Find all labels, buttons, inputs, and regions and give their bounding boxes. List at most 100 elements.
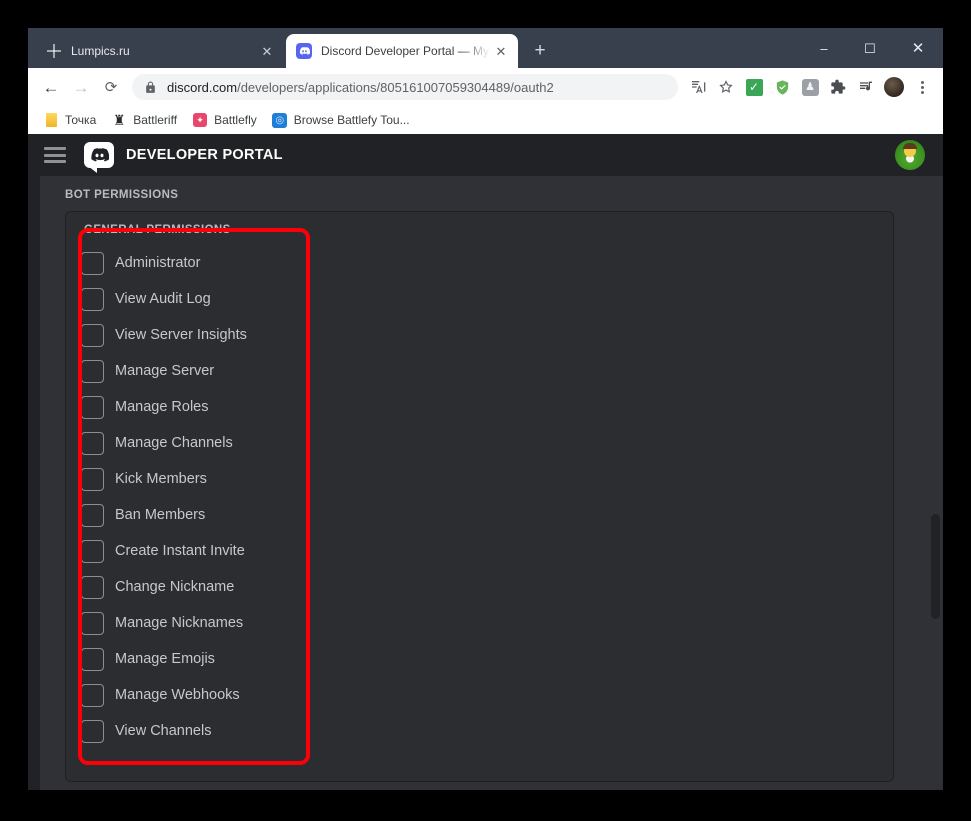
extensions-puzzle-icon[interactable] (825, 74, 851, 100)
address-bar[interactable]: discord.com/developers/applications/8051… (132, 74, 678, 100)
permission-label: Administrator (115, 255, 201, 271)
reload-button[interactable]: ⟳ (96, 72, 126, 102)
extension-gray-icon[interactable]: ♟ (797, 74, 823, 100)
forward-button[interactable]: → (66, 72, 96, 102)
translate-icon[interactable] (685, 74, 711, 100)
permission-row[interactable]: Manage Server (81, 353, 293, 389)
permission-label: View Server Insights (115, 327, 247, 343)
collapsed-sidebar-rail (28, 176, 40, 790)
url-path: /developers/applications/805161007059304… (237, 79, 554, 95)
permission-label: Manage Nicknames (115, 615, 244, 631)
lock-icon (144, 81, 157, 94)
permission-checkbox[interactable] (81, 719, 104, 743)
screenshot-root: Lumpics.ru ✕ Discord Developer Portal — … (0, 0, 971, 821)
permission-label: Kick Members (115, 471, 207, 487)
page-title: DEVELOPER PORTAL (126, 147, 283, 163)
orange-slice-icon (46, 43, 62, 59)
bookmark-star-icon[interactable] (713, 74, 739, 100)
permission-checkbox[interactable] (81, 647, 104, 671)
bookmarks-bar: Точка ♜ Battleriff ✦ Battlefly ◎ Browse … (28, 106, 943, 134)
general-permissions-group: GENERAL PERMISSIONS Administrator View A… (81, 224, 293, 749)
extension-checkmark-icon[interactable]: ✓ (741, 74, 767, 100)
minimize-button[interactable]: – (801, 28, 847, 68)
discord-logo-icon (84, 142, 114, 168)
permission-row[interactable]: Manage Webhooks (81, 677, 293, 713)
permission-label: Change Nickname (115, 579, 235, 595)
tab-strip: Lumpics.ru ✕ Discord Developer Portal — … (28, 28, 943, 68)
url-host: discord.com (167, 79, 238, 95)
permission-label: Manage Roles (115, 399, 209, 415)
permission-label: Manage Webhooks (115, 687, 240, 703)
profile-avatar-icon[interactable] (881, 74, 907, 100)
permission-checkbox[interactable] (81, 323, 104, 347)
browser-window: Lumpics.ru ✕ Discord Developer Portal — … (28, 28, 943, 790)
bookmark-tochka[interactable]: Точка (38, 109, 104, 131)
permission-row[interactable]: View Server Insights (81, 317, 293, 353)
bookmark-label: Battlefly (214, 113, 257, 127)
permission-row[interactable]: Manage Channels (81, 425, 293, 461)
omnibox-row: ← → ⟳ discord.com/developers/application… (28, 68, 943, 106)
adblock-shield-icon[interactable] (769, 74, 795, 100)
permission-checkbox[interactable] (81, 611, 104, 635)
browser-tab-discord-developer-portal[interactable]: Discord Developer Portal — My A ✕ (286, 34, 518, 68)
tab-close-icon[interactable]: ✕ (258, 42, 276, 60)
permission-row[interactable]: Kick Members (81, 461, 293, 497)
permission-label: View Audit Log (115, 291, 211, 307)
new-tab-button[interactable]: + (528, 40, 552, 64)
content-area: BOT PERMISSIONS GENERAL PERMISSIONS Admi… (40, 176, 943, 790)
permission-row[interactable]: Ban Members (81, 497, 293, 533)
permission-checkbox[interactable] (81, 251, 104, 275)
tab-title: Lumpics.ru (71, 44, 130, 58)
bookmark-battlefly[interactable]: ✦ Battlefly (187, 109, 265, 131)
bot-permissions-label: BOT PERMISSIONS (65, 189, 179, 201)
page-scrollbar[interactable] (928, 176, 943, 790)
user-avatar[interactable] (895, 140, 925, 170)
permission-row[interactable]: Manage Emojis (81, 641, 293, 677)
close-window-button[interactable]: ✕ (893, 28, 943, 68)
permission-label: Manage Server (115, 363, 215, 379)
tab-close-icon[interactable]: ✕ (492, 42, 510, 60)
permission-checkbox[interactable] (81, 359, 104, 383)
bookmark-label: Точка (65, 113, 97, 127)
permission-checkbox[interactable] (81, 503, 104, 527)
discord-icon (296, 43, 312, 59)
battlefy-icon: ◎ (272, 112, 288, 128)
scrollbar-thumb[interactable] (931, 514, 940, 619)
bookmark-label: Battleriff (133, 113, 178, 127)
permission-row[interactable]: Change Nickname (81, 569, 293, 605)
permission-row[interactable]: View Channels (81, 713, 293, 749)
permissions-card: GENERAL PERMISSIONS Administrator View A… (65, 211, 894, 782)
bookmark-battleriff[interactable]: ♜ Battleriff (106, 109, 185, 131)
permission-label: Manage Channels (115, 435, 233, 451)
battleriff-icon: ♜ (112, 111, 126, 128)
permission-label: Ban Members (115, 507, 206, 523)
chrome-menu-icon[interactable] (909, 74, 935, 100)
back-button[interactable]: ← (36, 72, 66, 102)
permission-checkbox[interactable] (81, 431, 104, 455)
permission-row[interactable]: Manage Nicknames (81, 605, 293, 641)
maximize-button[interactable]: ☐ (847, 28, 893, 68)
permission-checkbox[interactable] (81, 575, 104, 599)
bookmark-browse-battlefy[interactable]: ◎ Browse Battlefy Tou... (267, 109, 418, 131)
permission-checkbox[interactable] (81, 683, 104, 707)
permission-checkbox[interactable] (81, 467, 104, 491)
developer-portal-header: DEVELOPER PORTAL (28, 134, 943, 176)
permission-checkbox[interactable] (81, 539, 104, 563)
browser-tab-lumpics[interactable]: Lumpics.ru ✕ (36, 34, 284, 68)
permission-row[interactable]: Manage Roles (81, 389, 293, 425)
playlist-music-icon[interactable] (853, 74, 879, 100)
permission-label: Manage Emojis (115, 651, 215, 667)
permission-label: View Channels (115, 723, 212, 739)
permission-row[interactable]: Administrator (81, 245, 293, 281)
permission-row[interactable]: Create Instant Invite (81, 533, 293, 569)
tab-title: Discord Developer Portal — My A (321, 44, 492, 58)
permission-checkbox[interactable] (81, 287, 104, 311)
permission-row[interactable]: View Audit Log (81, 281, 293, 317)
permission-checkbox[interactable] (81, 395, 104, 419)
bookmark-label: Browse Battlefy Tou... (293, 113, 410, 127)
page-viewport: DEVELOPER PORTAL BOT PERMISSIONS GENERAL… (28, 134, 943, 790)
window-controls: – ☐ ✕ (801, 28, 943, 68)
hamburger-menu-icon[interactable] (44, 147, 66, 163)
general-permissions-title: GENERAL PERMISSIONS (84, 224, 231, 236)
permission-label: Create Instant Invite (115, 543, 245, 559)
